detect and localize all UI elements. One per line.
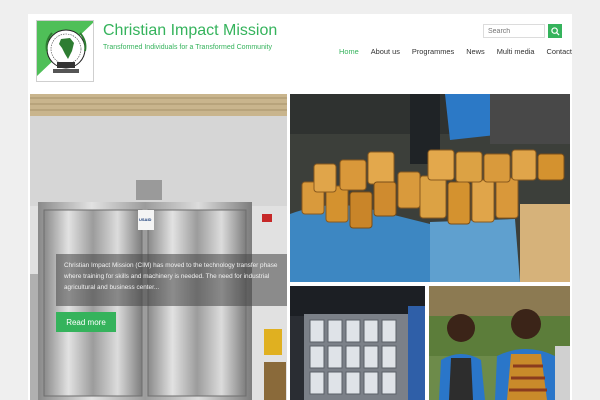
nav-item-about-us[interactable]: About us <box>365 47 406 56</box>
site-logo[interactable] <box>36 20 94 82</box>
site-tagline: Transformed Individuals for a Transforme… <box>103 44 272 51</box>
search-input[interactable] <box>483 24 545 38</box>
gallery-tile-women-bakers[interactable] <box>429 286 570 400</box>
read-more-button[interactable]: Read more <box>56 312 116 332</box>
main-nav: Home About us Programmes News Multi medi… <box>333 47 572 56</box>
women-bakers-photo <box>429 286 570 400</box>
hero-slider[interactable]: USAID Christian Impact Mission (CIM) has… <box>30 94 287 400</box>
search-button[interactable] <box>548 24 562 38</box>
nav-item-programmes[interactable]: Programmes <box>406 47 460 56</box>
hero-oven-photo <box>30 94 287 400</box>
bread-loaves-photo <box>290 94 570 282</box>
site-title[interactable]: Christian Impact Mission <box>103 22 277 40</box>
hero-caption-text: Christian Impact Mission (CIM) has moved… <box>64 262 278 291</box>
logo-emblem-icon <box>37 21 93 81</box>
search-icon <box>550 26 560 36</box>
nav-item-home[interactable]: Home <box>333 47 365 56</box>
nav-item-news[interactable]: News <box>460 47 490 56</box>
gallery-tile-bread[interactable] <box>290 94 570 282</box>
hero-caption: Christian Impact Mission (CIM) has moved… <box>56 254 287 306</box>
baking-tins-photo <box>290 286 425 400</box>
gallery-tile-baking-tins[interactable] <box>290 286 425 400</box>
usaid-label: USAID <box>139 217 152 222</box>
page-frame: Christian Impact Mission Transformed Ind… <box>28 14 572 400</box>
nav-item-contact-us[interactable]: Contact Us <box>541 47 573 56</box>
nav-item-multi-media[interactable]: Multi media <box>491 47 541 56</box>
